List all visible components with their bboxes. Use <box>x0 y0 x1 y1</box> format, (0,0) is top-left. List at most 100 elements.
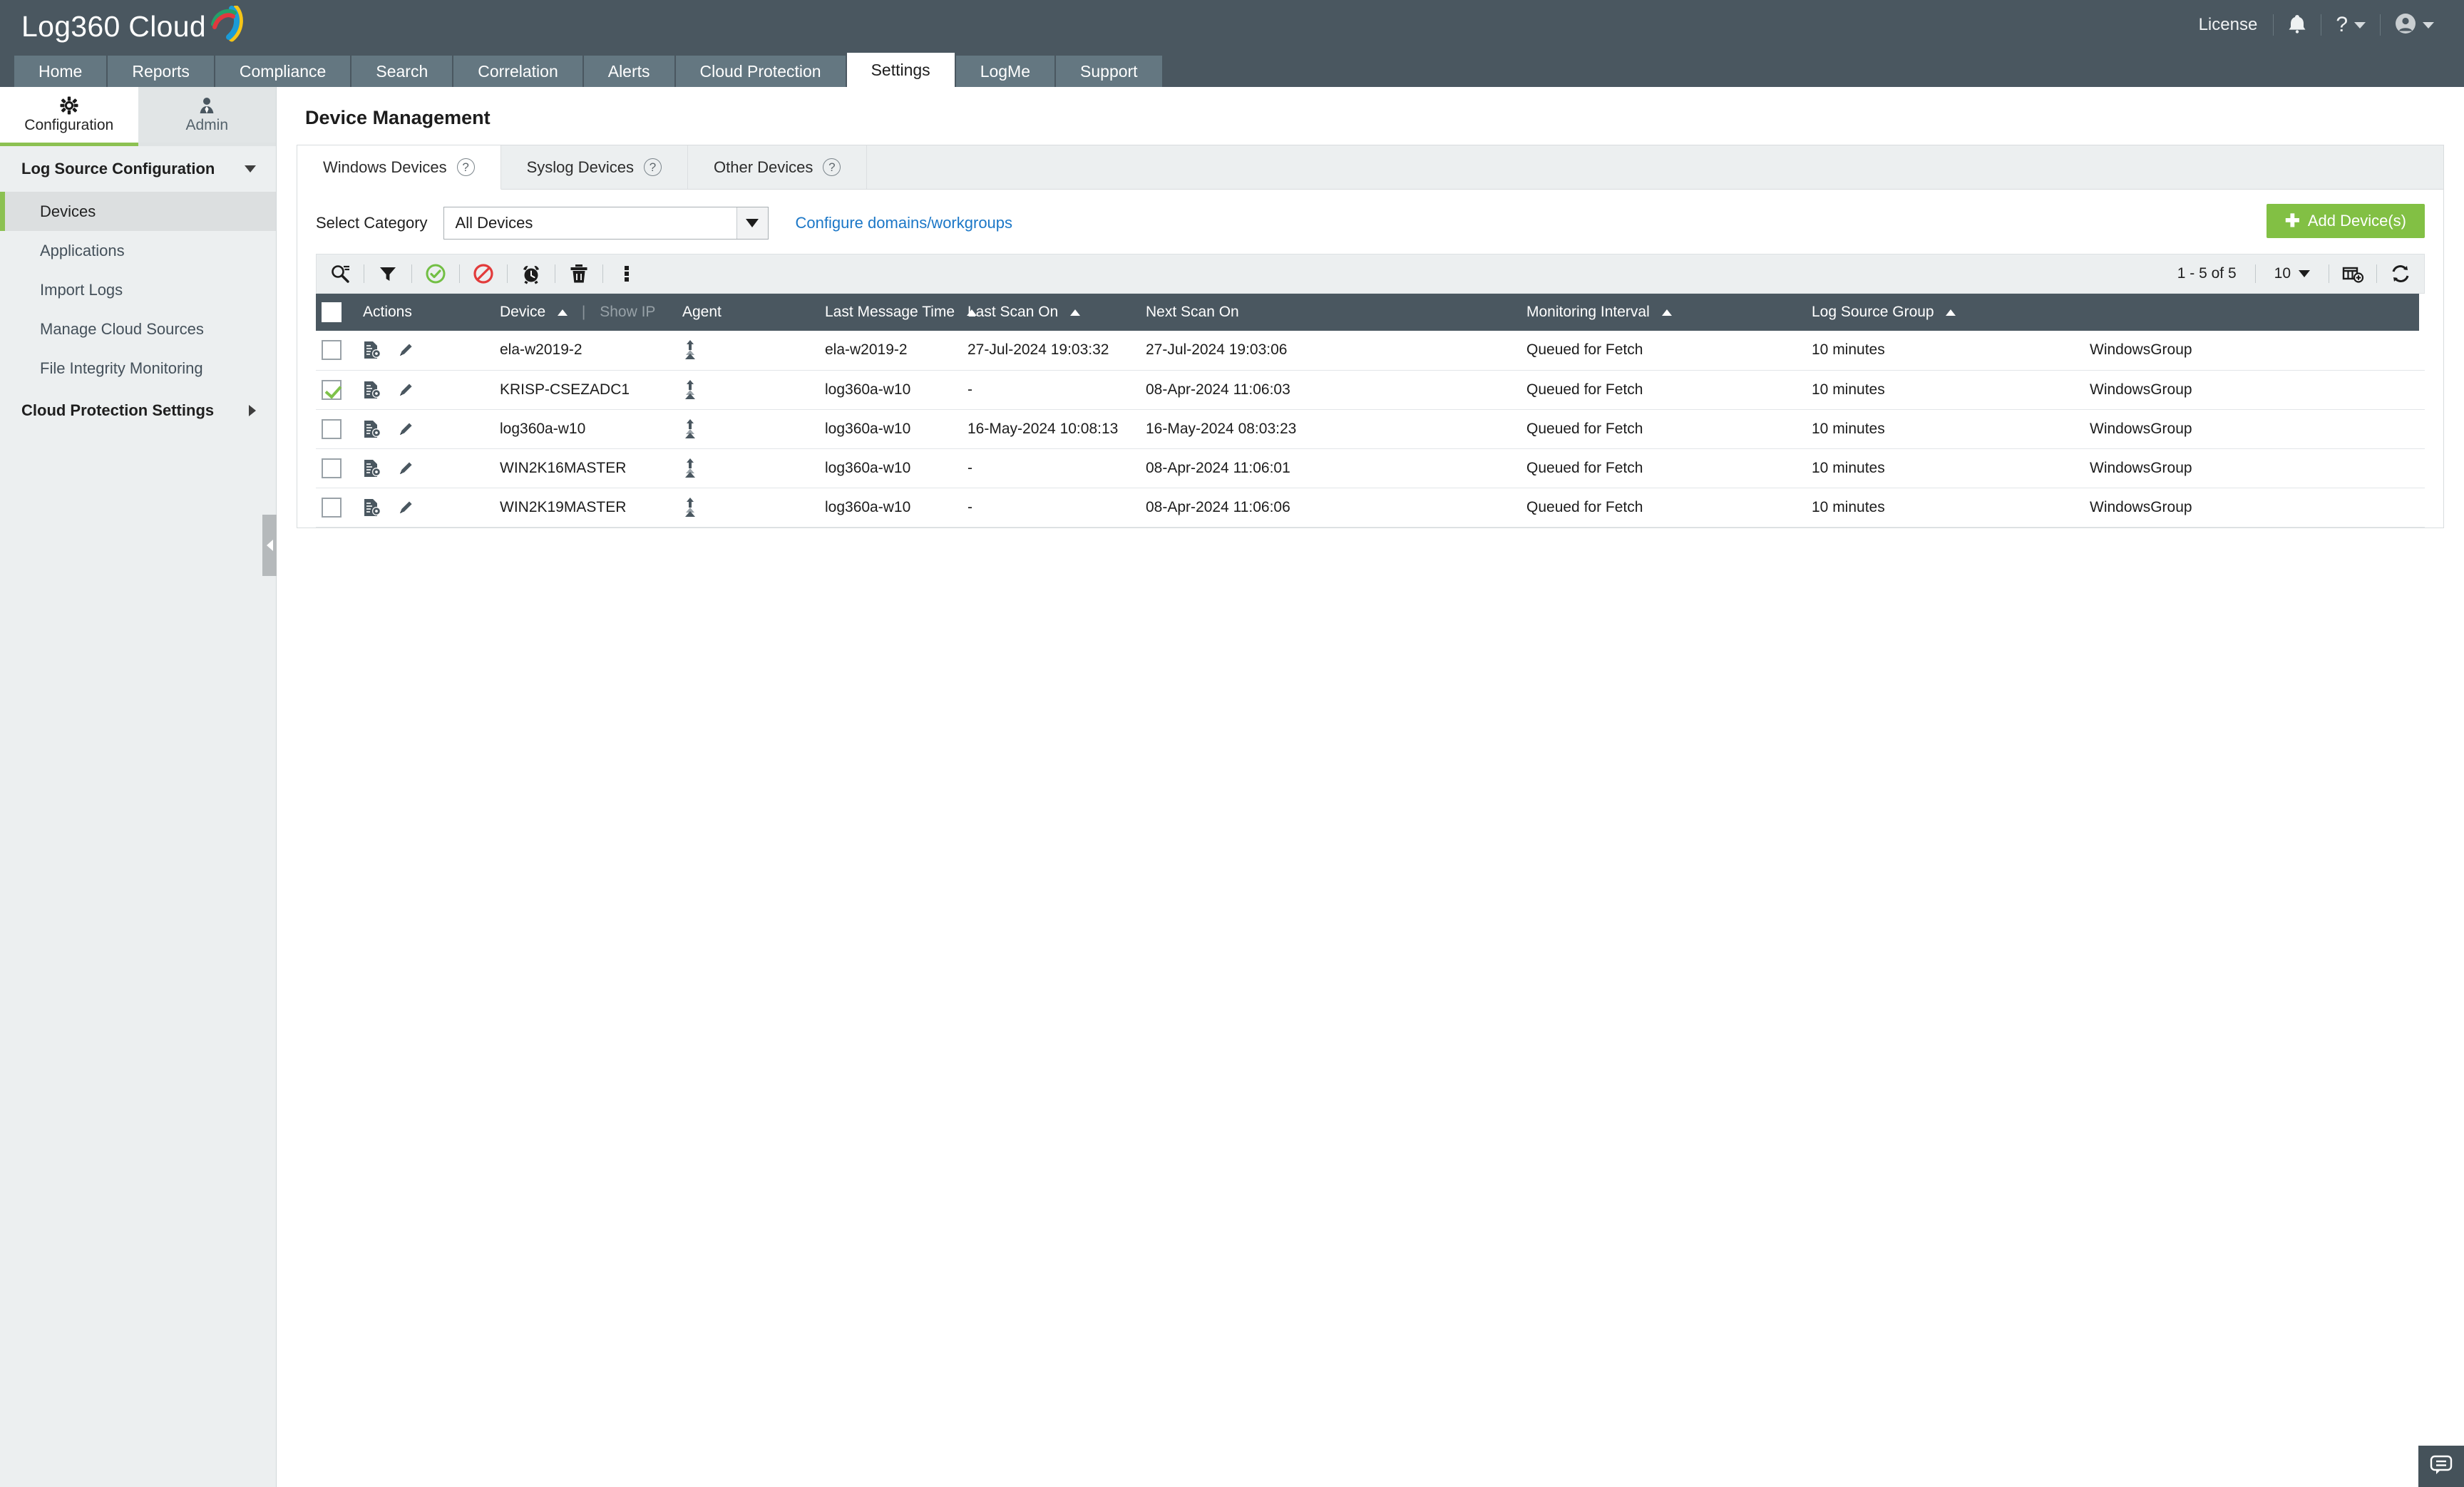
table-row[interactable]: WIN2K19MASTER log360a-w10-08-Apr-2024 11:… <box>316 488 2425 528</box>
nav-tab-support[interactable]: Support <box>1056 56 1162 87</box>
page-size-selector[interactable]: 10 <box>2256 265 2329 282</box>
row-select-cell[interactable] <box>316 448 357 488</box>
configure-device-icon[interactable] <box>363 498 381 518</box>
alarm-clock-icon[interactable] <box>508 254 555 294</box>
page-title: Device Management <box>305 107 491 128</box>
row-checkbox[interactable] <box>322 418 342 439</box>
row-checkbox[interactable] <box>322 497 342 518</box>
sort-ascending-icon <box>1070 309 1081 316</box>
column-header-log-source-group[interactable]: Log Source Group <box>1806 294 2084 331</box>
configure-device-icon[interactable] <box>363 419 381 439</box>
cell-last-message-time: - <box>962 370 1140 410</box>
sidebar-item-devices[interactable]: Devices <box>0 192 276 231</box>
nav-tab-correlation[interactable]: Correlation <box>453 56 582 87</box>
row-select-cell[interactable] <box>316 331 357 371</box>
cell-agent: ela-w2019-2 <box>819 331 962 371</box>
chat-bubble-icon <box>2429 1454 2453 1479</box>
cell-agent-icon <box>677 448 819 488</box>
sidebar-item-file-integrity-monitoring[interactable]: File Integrity Monitoring <box>0 349 276 388</box>
cell-next-scan-on: Queued for Fetch <box>1521 448 1806 488</box>
edit-device-icon[interactable] <box>397 498 414 517</box>
configure-device-icon[interactable] <box>363 380 381 400</box>
table-row[interactable]: KRISP-CSEZADC1 log360a-w10-08-Apr-2024 11… <box>316 370 2425 410</box>
column-header-last-message-time[interactable]: Last Message Time <box>819 294 977 331</box>
help-menu-button[interactable]: ? <box>2321 14 2380 36</box>
sidebar-tab-admin[interactable]: Admin <box>138 87 276 143</box>
cell-monitoring-interval: 10 minutes <box>1806 448 2084 488</box>
search-icon[interactable] <box>317 254 364 294</box>
show-ip-toggle[interactable]: Show IP <box>600 304 655 320</box>
more-options-icon[interactable] <box>603 254 650 294</box>
nav-tab-alerts[interactable]: Alerts <box>583 56 674 87</box>
add-device-button[interactable]: ✚ Add Device(s) <box>2266 204 2425 238</box>
edit-device-icon[interactable] <box>397 341 414 359</box>
refresh-icon[interactable] <box>2377 254 2424 294</box>
sidebar-section-cloud-protection-settings[interactable]: Cloud Protection Settings <box>0 388 276 433</box>
select-all-header[interactable] <box>316 294 357 331</box>
nav-tab-search[interactable]: Search <box>351 56 453 87</box>
row-checkbox[interactable] <box>322 379 342 400</box>
user-menu-button[interactable] <box>2381 13 2448 38</box>
chevron-down-icon <box>2299 270 2310 277</box>
column-label: Actions <box>363 304 412 320</box>
configure-device-icon[interactable] <box>363 458 381 478</box>
tab-other-devices[interactable]: Other Devices ? <box>688 145 868 189</box>
add-column-icon[interactable] <box>2329 254 2376 294</box>
enable-check-icon[interactable] <box>412 254 459 294</box>
category-select[interactable]: All Devices <box>443 207 769 240</box>
column-header-device[interactable]: Device | Show IP <box>494 294 677 331</box>
row-checkbox[interactable] <box>322 458 342 478</box>
help-icon[interactable]: ? <box>456 158 475 176</box>
device-management-panel: Windows Devices ? Syslog Devices ? Other… <box>297 145 2444 528</box>
filter-icon[interactable] <box>364 254 411 294</box>
sidebar-tab-configuration[interactable]: Configuration <box>0 87 138 146</box>
pagination-count: 1 - 5 of 5 <box>2177 265 2237 282</box>
row-select-cell[interactable] <box>316 409 357 449</box>
notifications-button[interactable] <box>2274 14 2321 37</box>
license-link[interactable]: License <box>2183 15 2274 35</box>
configure-domains-workgroups-link[interactable]: Configure domains/workgroups <box>796 214 1013 232</box>
delete-trash-icon[interactable] <box>555 254 602 294</box>
nav-tab-settings[interactable]: Settings <box>846 53 955 87</box>
bell-icon <box>2288 14 2306 37</box>
nav-tab-cloud-protection[interactable]: Cloud Protection <box>675 56 846 87</box>
edit-device-icon[interactable] <box>397 459 414 478</box>
sidebar-section-log-source-configuration[interactable]: Log Source Configuration <box>0 146 276 192</box>
table-row[interactable]: ela-w2019-2 ela-w2019-2 27-Jul-2024 19:03:… <box>316 331 2425 371</box>
help-icon[interactable]: ? <box>644 158 662 176</box>
select-all-checkbox[interactable] <box>322 302 342 322</box>
table-row[interactable]: log360a-w10 log360a-w10 16-May-2024 10:08:… <box>316 409 2425 449</box>
chevron-down-icon <box>2354 21 2366 29</box>
plus-icon: ✚ <box>2284 210 2300 231</box>
sidebar-item-manage-cloud-sources[interactable]: Manage Cloud Sources <box>0 309 276 349</box>
help-icon[interactable]: ? <box>823 158 841 176</box>
row-checkbox[interactable] <box>322 340 342 361</box>
nav-tab-reports[interactable]: Reports <box>108 56 214 87</box>
edit-device-icon[interactable] <box>397 381 414 399</box>
table-row[interactable]: WIN2K16MASTER log360a-w10-08-Apr-2024 11:… <box>316 448 2425 488</box>
sidebar-item-applications[interactable]: Applications <box>0 231 276 270</box>
tab-syslog-devices[interactable]: Syslog Devices ? <box>501 145 688 189</box>
configure-device-icon[interactable] <box>363 340 381 360</box>
nav-tab-logme[interactable]: LogMe <box>955 56 1055 87</box>
sidebar-collapse-handle[interactable] <box>262 515 277 576</box>
column-header-monitoring-interval[interactable]: Monitoring Interval <box>1521 294 1806 331</box>
column-header-last-scan-on[interactable]: Last Scan On <box>962 294 1140 331</box>
row-actions-cell <box>357 370 494 410</box>
row-select-cell[interactable] <box>316 370 357 410</box>
question-mark-icon: ? <box>2336 13 2348 36</box>
edit-device-icon[interactable] <box>397 420 414 438</box>
sidebar-item-import-logs[interactable]: Import Logs <box>0 270 276 309</box>
user-avatar-icon <box>2395 13 2416 38</box>
app-logo[interactable]: Log360 Cloud <box>21 5 245 45</box>
nav-tab-home[interactable]: Home <box>14 56 107 87</box>
tab-windows-devices[interactable]: Windows Devices ? <box>297 145 501 190</box>
user-tie-icon <box>197 96 216 115</box>
cell-device: ela-w2019-2 <box>494 331 677 371</box>
row-select-cell[interactable] <box>316 488 357 528</box>
cell-last-message-time: - <box>962 448 1140 488</box>
nav-tab-compliance[interactable]: Compliance <box>215 56 351 87</box>
disable-block-icon[interactable] <box>460 254 507 294</box>
chat-support-button[interactable] <box>2418 1446 2464 1487</box>
devices-table: Actions Device | Show IP Agent Last Mess… <box>316 294 2425 528</box>
